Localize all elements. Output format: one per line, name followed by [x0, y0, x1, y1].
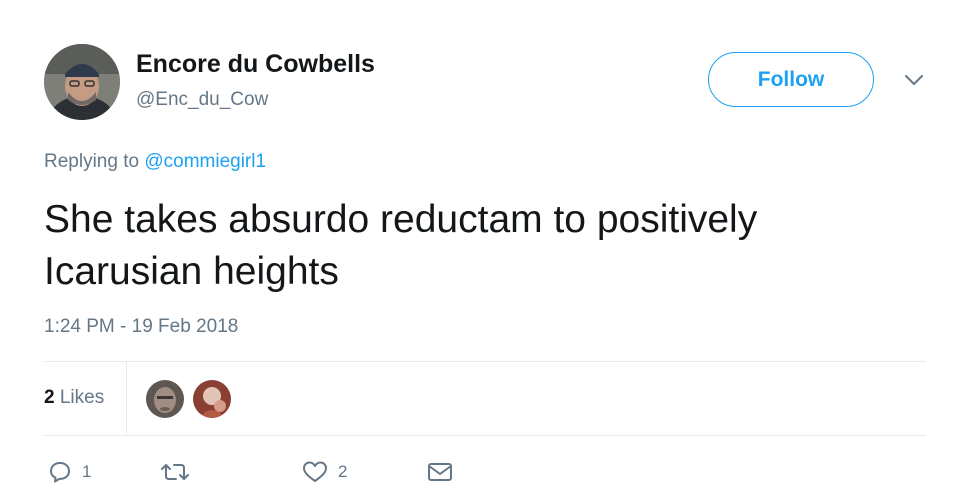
likes-label: Likes [59, 387, 105, 408]
tweet-text: She takes absurdo reductam to positively… [44, 198, 758, 293]
like-action[interactable]: 2 [302, 458, 347, 486]
reply-action[interactable]: 1 [48, 458, 91, 486]
envelope-icon [428, 463, 452, 481]
retweet-action[interactable] [160, 458, 200, 486]
reply-context-prefix: Replying to [44, 151, 140, 172]
author-avatar[interactable] [44, 44, 120, 120]
author-display-name[interactable]: Encore du Cowbells [136, 50, 375, 79]
reply-icon [50, 462, 70, 483]
direct-message-action[interactable] [426, 458, 454, 486]
liker-avatar-1[interactable] [146, 380, 184, 418]
reply-context: Replying to @commiegirl1 [44, 151, 266, 173]
tweet-menu-button[interactable] [902, 70, 926, 90]
chevron-down-icon [905, 75, 923, 85]
follow-button[interactable]: Follow [708, 52, 874, 107]
liker-avatar-2[interactable] [193, 380, 231, 418]
heart-icon [303, 461, 327, 482]
retweet-icon [161, 464, 189, 480]
tweet-timestamp[interactable]: 1:24 PM - 19 Feb 2018 [44, 316, 238, 338]
divider [44, 361, 926, 362]
author-screen-name[interactable]: @Enc_du_Cow [136, 89, 268, 111]
stats-separator [126, 362, 127, 435]
tweet-card: Encore du Cowbells @Enc_du_Cow Follow Re… [0, 0, 980, 498]
likes-count: 2 [44, 387, 55, 408]
reply-count: 1 [82, 462, 92, 481]
likes-stat[interactable]: 2 Likes [44, 387, 104, 409]
divider [44, 435, 926, 436]
user-avatar-icon [44, 44, 120, 120]
like-count: 2 [338, 462, 348, 481]
reply-mention-link[interactable]: @commiegirl1 [144, 151, 266, 172]
